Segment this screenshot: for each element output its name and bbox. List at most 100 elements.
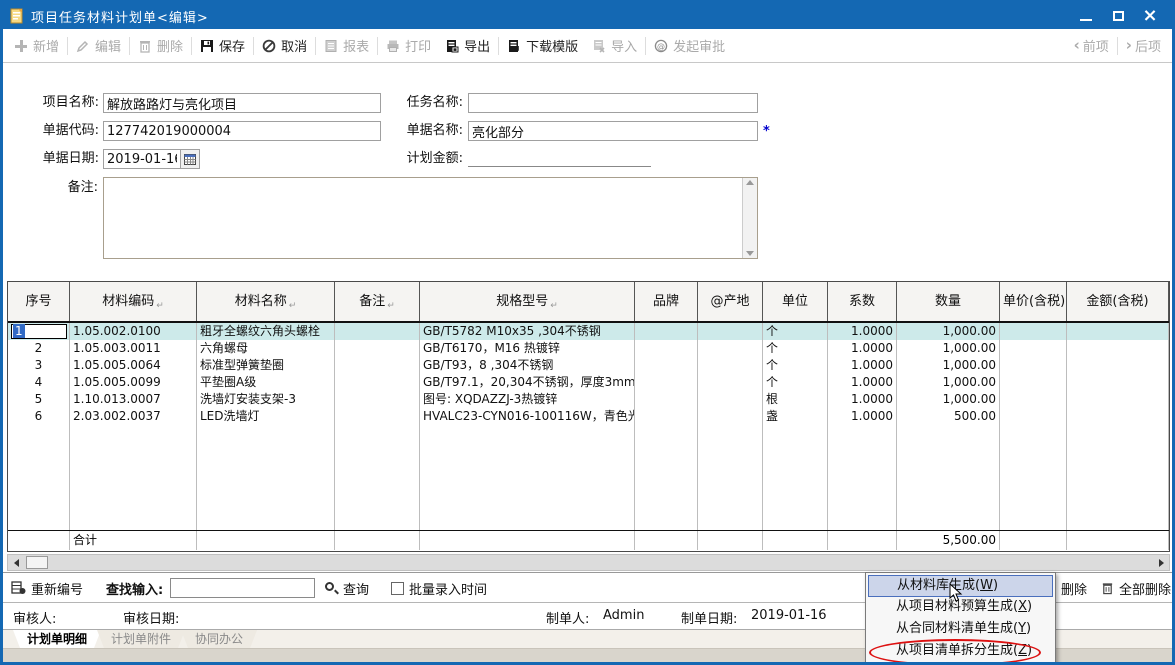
download-template-button[interactable]: 下载模版 — [500, 33, 585, 59]
seq-cell-editing[interactable]: 1 — [8, 323, 70, 340]
remark-cell[interactable] — [335, 357, 420, 374]
price-cell[interactable] — [1000, 391, 1067, 408]
unit-cell[interactable]: 个 — [763, 374, 828, 391]
origin-cell[interactable] — [698, 374, 763, 391]
amount-cell[interactable] — [1067, 323, 1169, 340]
spec-cell[interactable]: 图号: XQDAZZJ-3热镀锌 — [420, 391, 635, 408]
name-cell[interactable]: 六角螺母 — [197, 340, 335, 357]
save-button[interactable]: 保存 — [193, 33, 252, 59]
coeff-cell[interactable]: 1.0000 — [828, 408, 897, 425]
col-origin[interactable]: @产地 — [698, 282, 763, 321]
qty-cell[interactable]: 1,000.00 — [897, 323, 1000, 340]
tab-plan-details[interactable]: 计划单明细 — [13, 630, 101, 648]
amount-cell[interactable] — [1067, 357, 1169, 374]
doc-date-input[interactable] — [103, 149, 181, 169]
remark-cell[interactable] — [335, 323, 420, 340]
remark-scrollbar[interactable] — [742, 178, 757, 258]
table-row[interactable]: 4 1.05.005.0099 平垫圈A级 GB/T97.1，20,304不锈钢… — [8, 374, 1169, 391]
brand-cell[interactable] — [635, 357, 698, 374]
col-coeff[interactable]: 系数 — [828, 282, 897, 321]
report-button[interactable]: 报表 — [317, 33, 376, 59]
col-spec[interactable]: 规格型号↵ — [420, 282, 635, 321]
new-button[interactable]: 新增 — [7, 33, 66, 59]
query-button[interactable]: 查询 — [325, 573, 369, 603]
horizontal-scrollbar[interactable] — [7, 554, 1170, 571]
origin-cell[interactable] — [698, 408, 763, 425]
spec-cell[interactable]: GB/T5782 M10x35 ,304不锈钢 — [420, 323, 635, 340]
code-cell[interactable]: 1.05.002.0100 — [70, 323, 197, 340]
scroll-down-icon[interactable] — [746, 251, 754, 256]
price-cell[interactable] — [1000, 357, 1067, 374]
col-code[interactable]: 材料编码↵ — [70, 282, 197, 321]
seq-cell[interactable]: 6 — [8, 408, 70, 425]
tab-collaboration[interactable]: 协同办公 — [181, 630, 257, 648]
menu-item-from-contract-list[interactable]: 从合同材料清单生成(Y) — [866, 619, 1055, 641]
name-cell[interactable]: LED洗墙灯 — [197, 408, 335, 425]
name-cell[interactable]: 粗牙全螺纹六角头螺栓 — [197, 323, 335, 340]
coeff-cell[interactable]: 1.0000 — [828, 391, 897, 408]
calendar-button[interactable] — [181, 149, 200, 169]
seq-cell[interactable]: 4 — [8, 374, 70, 391]
table-row[interactable]: 5 1.10.013.0007 洗墙灯安装支架-3 图号: XQDAZZJ-3热… — [8, 391, 1169, 408]
coeff-cell[interactable]: 1.0000 — [828, 323, 897, 340]
unit-cell[interactable]: 盏 — [763, 408, 828, 425]
brand-cell[interactable] — [635, 340, 698, 357]
name-cell[interactable]: 标准型弹簧垫圈 — [197, 357, 335, 374]
unit-cell[interactable]: 个 — [763, 323, 828, 340]
qty-cell[interactable]: 500.00 — [897, 408, 1000, 425]
find-input[interactable] — [170, 578, 315, 598]
origin-cell[interactable] — [698, 323, 763, 340]
cancel-button[interactable]: 取消 — [255, 33, 314, 59]
edit-button[interactable]: 编辑 — [69, 33, 128, 59]
coeff-cell[interactable]: 1.0000 — [828, 357, 897, 374]
project-name-input[interactable] — [103, 93, 381, 113]
seq-cell[interactable]: 2 — [8, 340, 70, 357]
renumber-button[interactable]: 重新编号 — [11, 573, 83, 603]
code-cell[interactable]: 1.10.013.0007 — [70, 391, 197, 408]
seq-cell[interactable]: 3 — [8, 357, 70, 374]
table-row[interactable]: 3 1.05.005.0064 标准型弹簧垫圈 GB/T93，8 ,304不锈钢… — [8, 357, 1169, 374]
origin-cell[interactable] — [698, 340, 763, 357]
spec-cell[interactable]: GB/T6170，M16 热镀锌 — [420, 340, 635, 357]
price-cell[interactable] — [1000, 340, 1067, 357]
unit-cell[interactable]: 根 — [763, 391, 828, 408]
remark-cell[interactable] — [335, 340, 420, 357]
scroll-left-icon[interactable] — [8, 555, 24, 570]
price-cell[interactable] — [1000, 408, 1067, 425]
coeff-cell[interactable]: 1.0000 — [828, 374, 897, 391]
brand-cell[interactable] — [635, 323, 698, 340]
remark-cell[interactable] — [335, 408, 420, 425]
prev-button[interactable]: ‹前项 — [1067, 33, 1116, 59]
brand-cell[interactable] — [635, 374, 698, 391]
col-price[interactable]: 单价(含税) — [1000, 282, 1067, 321]
menu-item-from-material-library[interactable]: 从材料库生成(W) — [868, 575, 1053, 597]
import-button[interactable]: 导入 — [585, 33, 644, 59]
code-cell[interactable]: 1.05.003.0011 — [70, 340, 197, 357]
remark-cell[interactable] — [335, 391, 420, 408]
table-row[interactable]: 1 1.05.002.0100 粗牙全螺纹六角头螺栓 GB/T5782 M10x… — [8, 323, 1169, 340]
amount-cell[interactable] — [1067, 408, 1169, 425]
col-qty[interactable]: 数量 — [897, 282, 1000, 321]
scroll-up-icon[interactable] — [746, 180, 754, 185]
col-name[interactable]: 材料名称↵ — [197, 282, 335, 321]
delete-button[interactable]: 删除 — [131, 33, 190, 59]
col-amount[interactable]: 金额(含税) — [1067, 282, 1169, 321]
menu-item-from-project-list-split[interactable]: 从项目清单拆分生成(Z) — [866, 641, 1055, 663]
row-delete-button[interactable]: 删除 — [1061, 573, 1087, 603]
spec-cell[interactable]: GB/T93，8 ,304不锈钢 — [420, 357, 635, 374]
col-seq[interactable]: 序号 — [8, 282, 70, 321]
minimize-button[interactable] — [1078, 8, 1094, 24]
code-cell[interactable]: 1.05.005.0099 — [70, 374, 197, 391]
amount-cell[interactable] — [1067, 374, 1169, 391]
table-row[interactable]: 6 2.03.002.0037 LED洗墙灯 HVALC23-CYN016-10… — [8, 408, 1169, 425]
remark-cell[interactable] — [335, 374, 420, 391]
unit-cell[interactable]: 个 — [763, 357, 828, 374]
qty-cell[interactable]: 1,000.00 — [897, 357, 1000, 374]
print-button[interactable]: 打印 — [379, 33, 438, 59]
qty-cell[interactable]: 1,000.00 — [897, 391, 1000, 408]
delete-all-button[interactable]: 全部删除 — [1101, 573, 1171, 603]
price-cell[interactable] — [1000, 374, 1067, 391]
brand-cell[interactable] — [635, 408, 698, 425]
seq-cell[interactable]: 5 — [8, 391, 70, 408]
col-remark[interactable]: 备注↵ — [335, 282, 420, 321]
